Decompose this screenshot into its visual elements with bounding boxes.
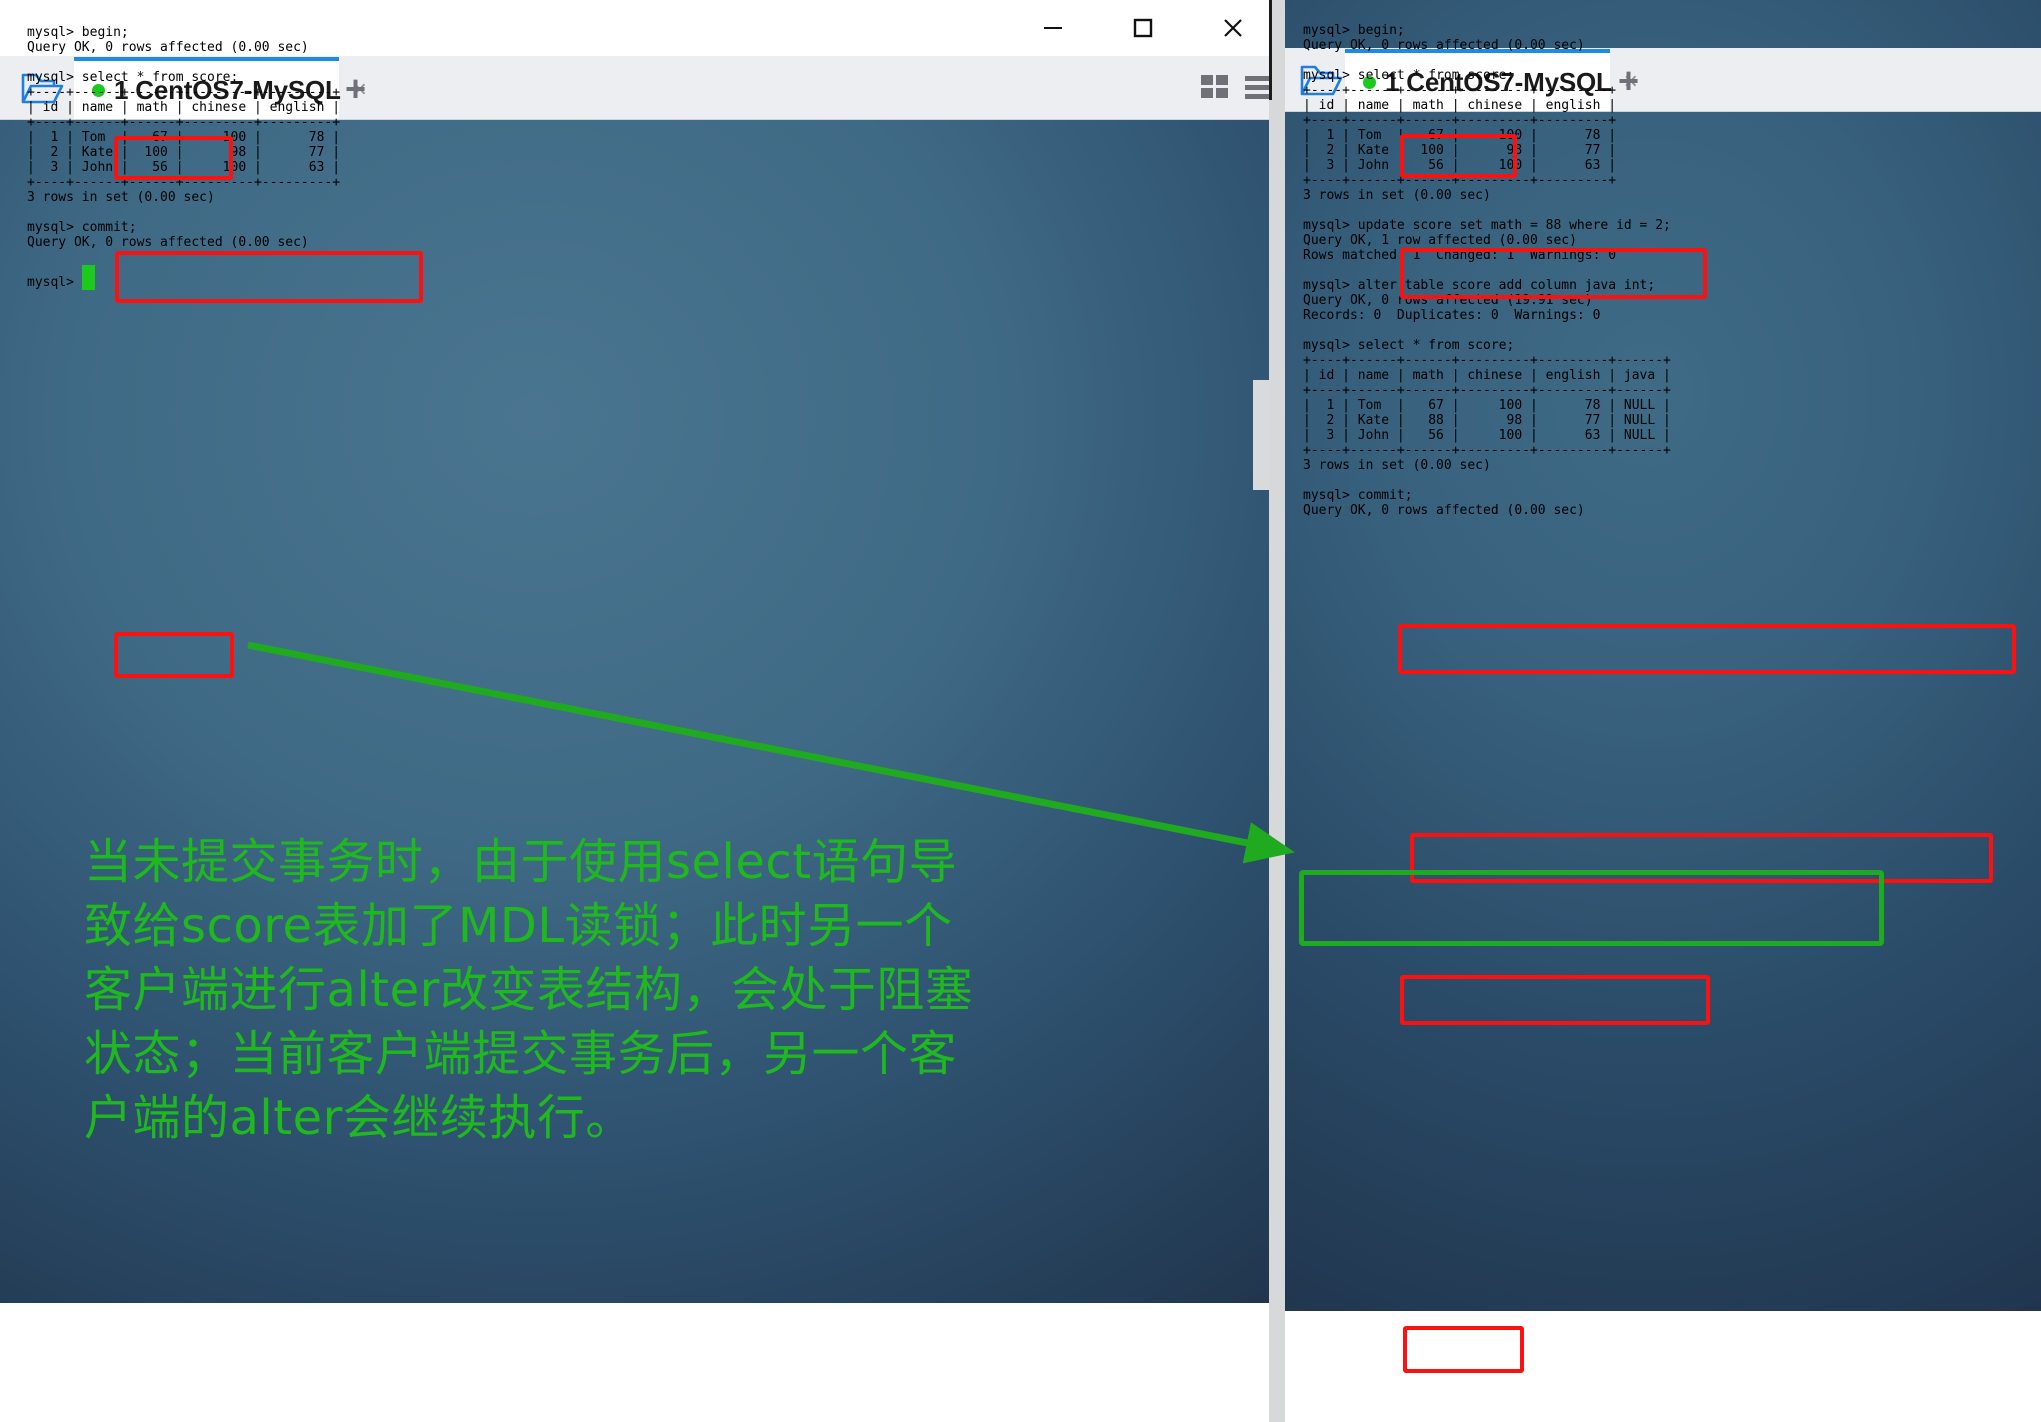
left-terminal-text: mysql> begin; Query OK, 0 rows affected … [27, 25, 341, 290]
new-tab-button[interactable]: + [345, 71, 366, 107]
grid-view-icon[interactable] [1200, 73, 1230, 106]
list-view-icon[interactable] [1244, 73, 1269, 106]
left-terminal-window: 1 CentOS7-MySQL × + mysql> begin; Query … [0, 0, 1269, 1422]
maximize-button[interactable] [1105, 0, 1181, 56]
window-divider [1269, 0, 1285, 1422]
view-toolbar [1200, 73, 1269, 106]
right-terminal-text: mysql> begin; Query OK, 0 rows affected … [1303, 23, 1671, 518]
close-button[interactable] [1195, 0, 1269, 56]
left-terminal-scrollbar[interactable] [1253, 380, 1269, 490]
minimize-button[interactable] [1015, 0, 1091, 56]
window-edge-line [1269, 0, 1272, 100]
terminal-cursor [81, 265, 95, 290]
annotation-text: 当未提交事务时，由于使用select语句导致给score表加了MDL读锁；此时另… [84, 834, 974, 1146]
right-terminal-output[interactable]: mysql> begin; Query OK, 0 rows affected … [1285, 0, 2041, 1311]
right-terminal-window: 1 CentOS7-MySQL × + mysql> begin; Query … [1285, 0, 2041, 1422]
